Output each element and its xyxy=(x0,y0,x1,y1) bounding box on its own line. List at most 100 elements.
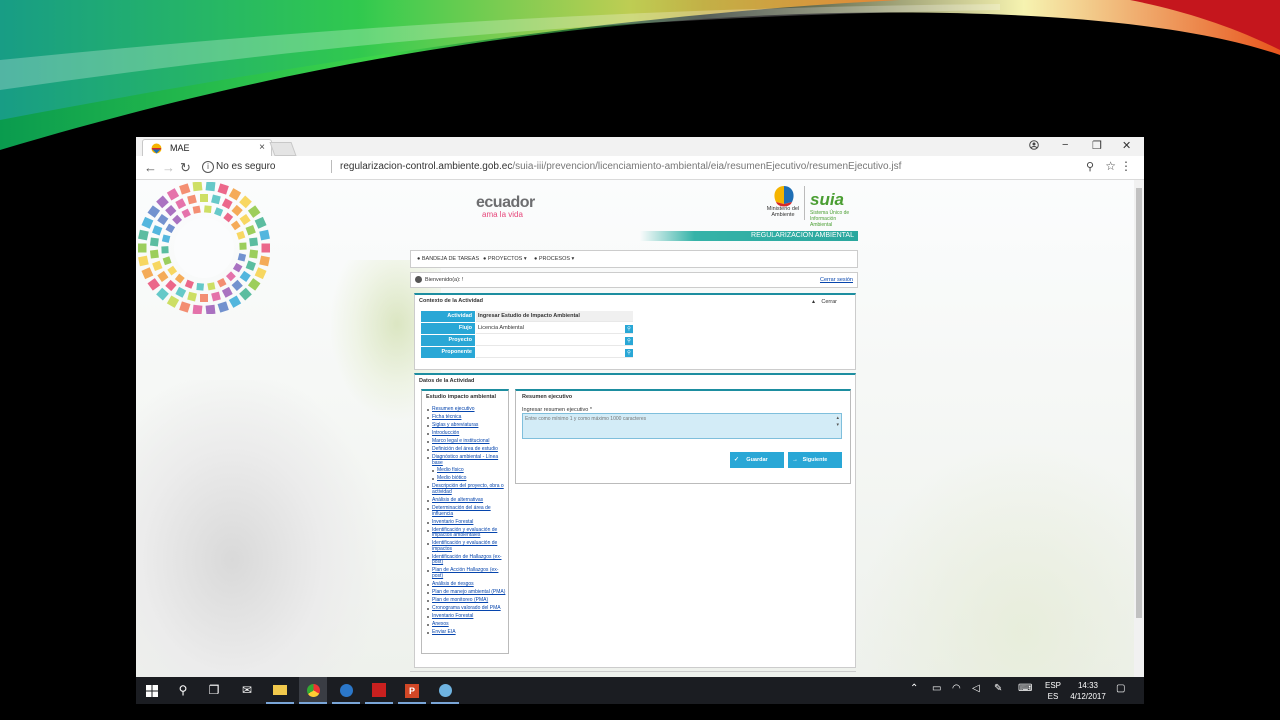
textarea-scroll-arrows-icon[interactable]: ▴ ▾ xyxy=(836,415,839,429)
pen-icon[interactable]: ✎ xyxy=(994,683,1002,694)
browser-menu-icon[interactable]: ⋮ xyxy=(1120,159,1132,173)
info-icon[interactable]: i xyxy=(202,161,214,173)
profile-icon[interactable] xyxy=(1029,140,1039,150)
scrollbar-thumb[interactable] xyxy=(1136,188,1142,618)
save-button[interactable]: ✓ Guardar xyxy=(730,452,784,468)
eia-nav-item[interactable]: Definición del área de estudio xyxy=(426,446,506,453)
collapse-icon[interactable]: ▴ xyxy=(812,298,815,305)
eia-nav-item[interactable]: Medio biótico xyxy=(426,476,506,482)
tab-strip: MAE × − ❐ ✕ xyxy=(136,137,1144,157)
eia-nav-item[interactable]: Resumen ejecutivo xyxy=(426,406,506,413)
eia-nav-item[interactable]: Análisis de riesgos xyxy=(426,581,506,588)
eia-nav-item[interactable]: Análisis de alternativas xyxy=(426,497,506,504)
eia-nav-item[interactable]: Inventario Forestal xyxy=(426,613,506,620)
url-omnibox[interactable]: i No es seguro regularizacion-control.am… xyxy=(196,158,1134,176)
eia-nav-item[interactable]: Cronograma valorado del PMA xyxy=(426,605,506,612)
search-icon[interactable]: ⚲ xyxy=(625,349,633,357)
next-button-label: Siguiente xyxy=(802,457,828,463)
eia-nav-item[interactable]: Marco legal e institucional xyxy=(426,438,506,445)
rosette-tile xyxy=(239,242,247,250)
zoom-icon[interactable]: ⚲ xyxy=(1086,160,1094,173)
acrobat-icon[interactable] xyxy=(365,677,393,704)
eia-nav-item[interactable]: Introducción xyxy=(426,430,506,437)
rosette-tile xyxy=(231,279,243,292)
eia-nav-item[interactable]: Medio físico xyxy=(426,468,506,474)
new-tab-button[interactable] xyxy=(269,142,297,156)
rosette-tile xyxy=(156,287,169,301)
rosette-tile xyxy=(245,260,256,271)
menu-item-label: BANDEJA DE TAREAS xyxy=(421,256,480,262)
context-close-link[interactable]: Cerrar xyxy=(821,299,837,305)
eia-nav-item[interactable]: Anexos xyxy=(426,621,506,628)
search-icon[interactable]: ⚲ xyxy=(625,325,633,333)
bookmark-star-icon[interactable]: ☆ xyxy=(1105,159,1116,173)
chrome-icon[interactable] xyxy=(299,677,327,704)
input-language[interactable]: ESP ES xyxy=(1041,680,1065,702)
menu-item-bandeja[interactable]: ● BANDEJA DE TAREAS xyxy=(417,256,479,262)
file-explorer-icon[interactable] xyxy=(266,677,294,704)
rosette-tile xyxy=(166,295,180,308)
tab-mae[interactable]: MAE × xyxy=(142,139,272,157)
eia-nav-item[interactable]: Plan de Acción Hallazgos (ex-post) xyxy=(426,567,506,579)
eia-nav-item[interactable]: Plan de manejo ambiental (PMA) xyxy=(426,589,506,596)
search-taskbar-icon[interactable]: ⚲ xyxy=(169,677,197,704)
menu-item-proyectos[interactable]: ● PROYECTOS ▾ xyxy=(483,256,527,262)
task-view-icon[interactable]: ❐ xyxy=(200,677,228,704)
forward-icon[interactable]: → xyxy=(162,160,175,175)
notifications-icon[interactable]: ▢ xyxy=(1116,683,1125,694)
search-app-icon[interactable] xyxy=(332,677,360,704)
activity-data-panel: Datos de la Actividad Estudio impacto am… xyxy=(414,373,856,668)
wifi-icon[interactable]: ◠ xyxy=(952,683,961,694)
eia-nav-item[interactable]: Descripción del proyecto, obra o activid… xyxy=(426,484,506,495)
menu-item-label: PROCESOS ▾ xyxy=(538,256,575,262)
ama-la-vida-word: ama la vida xyxy=(482,210,523,219)
rosette-tile xyxy=(211,194,221,205)
reload-icon[interactable]: ↻ xyxy=(180,160,191,176)
keyboard-icon[interactable]: ⌨ xyxy=(1018,683,1032,694)
resumen-textarea[interactable]: Entre como mínimo 1 y como máximo 1000 c… xyxy=(522,413,842,439)
context-value xyxy=(476,347,633,358)
volume-icon[interactable]: ◁ xyxy=(972,683,980,694)
clock[interactable]: 14:33 4/12/2017 xyxy=(1066,680,1110,702)
not-secure-label[interactable]: No es seguro xyxy=(216,161,275,172)
close-window-icon[interactable]: ✕ xyxy=(1122,139,1131,152)
eia-nav-item[interactable]: Ficha técnica xyxy=(426,414,506,421)
rosette-tile xyxy=(259,229,270,241)
eia-nav-item[interactable]: Diagnóstico ambiental - Línea base xyxy=(426,454,506,466)
paint-icon[interactable] xyxy=(431,677,459,704)
eia-nav-item[interactable]: Enviar EIA xyxy=(426,629,506,636)
eia-nav-item[interactable]: Identificación de Hallazgos (ex-post) xyxy=(426,554,506,566)
rosette-tile xyxy=(236,230,246,240)
back-icon[interactable]: ← xyxy=(144,160,157,175)
page-scrollbar[interactable] xyxy=(1134,180,1144,677)
eia-nav-item[interactable]: Identificación y evaluación de impactos … xyxy=(426,527,506,539)
battery-icon[interactable]: ▭ xyxy=(932,683,941,694)
next-button[interactable]: → Siguiente xyxy=(788,452,842,468)
banner-text: REGULARIZACIÓN AMBIENTAL xyxy=(751,232,854,239)
logout-link[interactable]: Cerrar sesión xyxy=(820,277,853,283)
eia-nav-item[interactable]: Inventario Forestal xyxy=(426,519,506,526)
minimize-icon[interactable]: − xyxy=(1062,139,1068,151)
eia-nav-item[interactable]: Determinación del área de influencia xyxy=(426,505,506,517)
context-title: Contexto de la Actividad xyxy=(419,298,483,304)
windows-taskbar: ⚲ ❐ ✉ P ⌃ ▭ ◠ ◁ ✎ ⌨ ESP ES 14:33 4/12/20… xyxy=(136,677,1144,704)
rosette-tile xyxy=(239,270,251,282)
restore-icon[interactable]: ❐ xyxy=(1092,139,1102,152)
chevron-up-icon[interactable]: ⌃ xyxy=(910,683,918,694)
rosette-tile xyxy=(161,234,171,243)
mail-icon[interactable]: ✉ xyxy=(233,677,261,704)
eia-nav-item[interactable]: Identificación y evaluación de impactos xyxy=(426,540,506,552)
menu-item-procesos[interactable]: ● PROCESOS ▾ xyxy=(534,256,574,262)
powerpoint-icon[interactable]: P xyxy=(398,677,426,704)
start-icon[interactable] xyxy=(138,677,166,704)
rosette-tile xyxy=(203,205,212,214)
eia-nav-item[interactable]: Siglas y abreviaturas xyxy=(426,422,506,429)
rosette-tile xyxy=(239,195,252,209)
rosette-tile xyxy=(254,267,267,280)
tab-close-icon[interactable]: × xyxy=(259,142,265,153)
rosette-tile xyxy=(259,255,270,267)
search-icon[interactable]: ⚲ xyxy=(625,337,633,345)
eia-nav-item[interactable]: Plan de monitoreo (PMA) xyxy=(426,597,506,604)
favicon-icon xyxy=(151,143,162,154)
url-text[interactable]: regularizacion-control.ambiente.gob.ec/s… xyxy=(340,161,901,172)
